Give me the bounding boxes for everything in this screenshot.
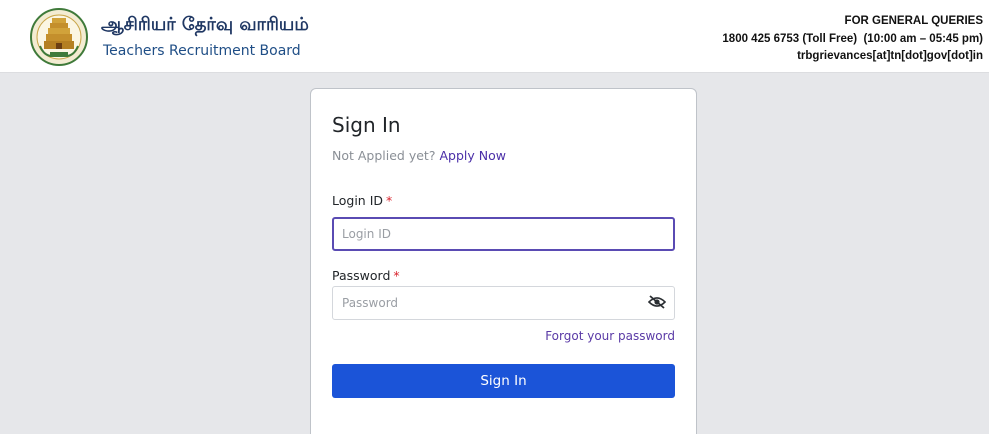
login-id-input[interactable] — [332, 217, 675, 251]
password-input[interactable] — [332, 286, 675, 320]
toll-free-phone: 1800 425 6753 (Toll Free) (10:00 am – 05… — [722, 32, 983, 45]
not-applied-label: Not Applied yet? — [332, 148, 436, 163]
board-name-tamil: ஆசிரியர் தேர்வு வாரியம் — [101, 14, 309, 35]
not-applied-text: Not Applied yet? Apply Now — [332, 148, 506, 163]
required-marker: * — [386, 193, 393, 208]
signin-card: Sign In Not Applied yet? Apply Now Login… — [310, 88, 697, 434]
grievance-email: trbgrievances[at]tn[dot]gov[dot]in — [797, 50, 983, 62]
board-name-english: Teachers Recruitment Board — [103, 43, 301, 59]
eye-slash-icon[interactable] — [648, 295, 666, 309]
password-label-text: Password — [332, 268, 391, 283]
tamil-nadu-emblem-icon — [30, 8, 88, 66]
signin-title: Sign In — [332, 113, 401, 137]
login-id-label-text: Login ID — [332, 193, 384, 208]
required-marker: * — [393, 268, 400, 283]
apply-now-link[interactable]: Apply Now — [439, 148, 506, 163]
signin-button[interactable]: Sign In — [332, 364, 675, 398]
queries-heading: FOR GENERAL QUERIES — [844, 15, 983, 27]
general-queries-block: FOR GENERAL QUERIES 1800 425 6753 (Toll … — [722, 13, 983, 66]
login-id-label: Login ID * — [332, 193, 392, 208]
forgot-password-link[interactable]: Forgot your password — [545, 329, 675, 343]
site-header: ஆசிரியர் தேர்வு வாரியம் Teachers Recruit… — [0, 0, 989, 73]
password-label: Password * — [332, 268, 400, 283]
